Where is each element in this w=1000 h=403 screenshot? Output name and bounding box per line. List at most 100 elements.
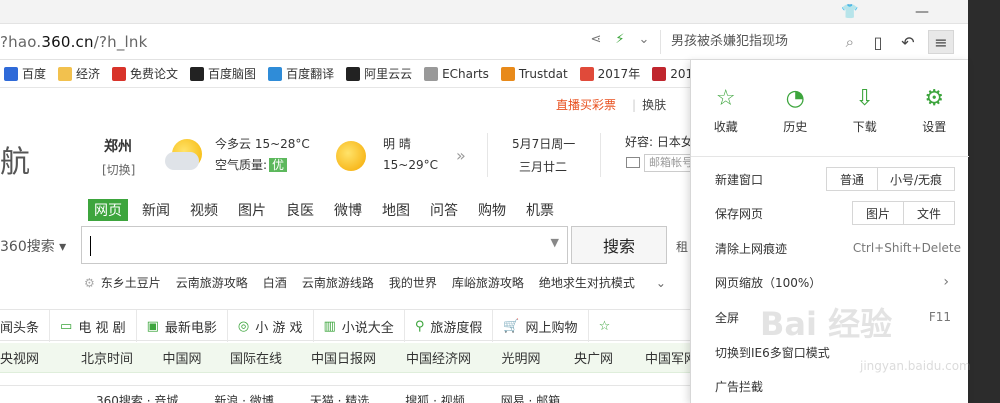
zoom-item[interactable]: 网页缩放（100%） › <box>715 270 955 294</box>
star-icon[interactable]: ☆ <box>589 310 621 342</box>
popular-site-link[interactable]: 新浪 · 微博 <box>214 392 273 403</box>
tab-1[interactable]: 新闻 <box>136 199 176 221</box>
skin-link[interactable]: 换肤 <box>642 98 666 112</box>
hot-word-link[interactable]: 绝地求生对抗模式 <box>539 274 635 291</box>
ie6-mode-item[interactable]: 切换到IE6多窗口模式 <box>715 340 955 364</box>
adblock-item[interactable]: 广告拦截 <box>715 374 955 398</box>
bookmark-item[interactable]: Trustdat <box>500 66 568 81</box>
search-icon[interactable]: ⌕ <box>846 30 854 54</box>
bookmark-item[interactable]: 百度翻译 <box>268 65 334 82</box>
bookmark-item[interactable]: 经济 <box>58 65 100 82</box>
menu-star-button[interactable]: ☆ 收藏 <box>691 84 761 140</box>
city-switch-link[interactable]: [切换] <box>102 161 135 178</box>
category-link[interactable]: ▥ 小说大全 <box>314 310 405 342</box>
search-input[interactable]: ▼ <box>81 226 568 264</box>
gear-icon[interactable]: ⚙ <box>84 276 95 290</box>
popular-site-link[interactable]: 天猫 · 精选 <box>310 392 369 403</box>
tab-4[interactable]: 良医 <box>280 199 320 221</box>
hot-word-link[interactable]: 云南旅游线路 <box>302 274 374 291</box>
tv-icon: ▭ <box>60 318 73 334</box>
save-file-button[interactable]: 文件 <box>903 201 955 225</box>
site-link[interactable]: 北京时间 <box>66 343 148 372</box>
category-link[interactable]: 🛒 网上购物 <box>493 310 589 342</box>
category-label: 最新电影 <box>164 320 217 336</box>
hot-word-link[interactable]: 库峪旅游攻略 <box>452 274 524 291</box>
site-link[interactable]: 国际在线 <box>216 343 296 372</box>
url-field[interactable]: ?hao.360.cn/?h_lnk <box>0 33 148 51</box>
bookmark-item[interactable]: ECharts <box>424 66 489 81</box>
shirt-skin-icon[interactable]: 👕 <box>836 0 864 24</box>
tab-0[interactable]: 网页 <box>88 199 128 221</box>
bookmark-label: 百度翻译 <box>286 67 335 81</box>
hot-word-link[interactable]: 云南旅游攻略 <box>176 274 248 291</box>
new-private-window-button[interactable]: 小号/无痕 <box>877 167 955 191</box>
weather-tomorrow[interactable]: 明 晴 <box>383 135 411 152</box>
tab-3[interactable]: 图片 <box>232 199 272 221</box>
site-link[interactable]: 光明网 <box>486 343 556 372</box>
search-extra-link[interactable]: 租 <box>676 238 688 255</box>
bookmark-label: 百度脑图 <box>208 67 257 81</box>
bookmark-label: 百度 <box>22 67 47 81</box>
menu-icon[interactable]: ≡ <box>928 30 954 54</box>
clear-trace-item[interactable]: 清除上网痕迹 Ctrl+Shift+Delete <box>715 236 961 260</box>
mail-account-input[interactable]: 邮箱帐号 <box>644 154 694 172</box>
bookmark-item[interactable]: 免费论文 <box>112 65 178 82</box>
address-bar: ?hao.360.cn/?h_lnk ⋖ ⚡ ⌄ 男孩被杀嫌犯指现场 ⌕ ▯ ↶… <box>0 24 968 60</box>
address-search-box[interactable]: 男孩被杀嫌犯指现场 ⌕ <box>660 30 860 54</box>
share-icon[interactable]: ⋖ <box>588 32 604 47</box>
weather-today[interactable]: 今多云 15~28°C <box>215 135 310 152</box>
menu-download-button[interactable]: ⇩ 下载 <box>830 84 900 140</box>
city-name: 郑州 <box>104 139 132 155</box>
category-link[interactable]: ▭ 电 视 剧 <box>50 310 137 342</box>
tab-9[interactable]: 机票 <box>520 199 560 221</box>
divider <box>600 133 601 177</box>
tab-7[interactable]: 问答 <box>424 199 464 221</box>
bookmark-item[interactable]: 百度 <box>4 65 46 82</box>
engine-selector[interactable]: 360搜索 ▾ <box>0 236 66 256</box>
category-link[interactable]: ◎ 小 游 戏 <box>228 310 314 342</box>
category-label: 闻头条 <box>0 320 40 336</box>
hot-word-link[interactable]: 我的世界 <box>389 274 437 291</box>
fullscreen-item[interactable]: 全屏 F11 <box>715 305 955 329</box>
bookmark-item[interactable]: 2017年 <box>579 65 640 82</box>
minimize-icon[interactable]: — <box>908 0 936 24</box>
popular-site-link[interactable]: 搜狐 · 视频 <box>405 392 464 403</box>
category-label: 网上购物 <box>525 320 578 336</box>
tab-6[interactable]: 地图 <box>376 199 416 221</box>
chevron-down-icon[interactable]: ⌄ <box>656 276 666 290</box>
site-logo[interactable]: 航 <box>0 137 30 181</box>
site-link[interactable]: 中国经济网 <box>391 343 486 372</box>
site-link[interactable]: 中国日报网 <box>296 343 391 372</box>
double-chevron-icon[interactable]: » <box>456 146 466 165</box>
new-normal-window-button[interactable]: 普通 <box>826 167 878 191</box>
bookmark-item[interactable]: 阿里云云 <box>346 65 412 82</box>
category-link[interactable]: 闻头条 <box>0 310 51 342</box>
undo-icon[interactable]: ↶ <box>898 30 918 54</box>
menu-clock-button[interactable]: ◔ 历史 <box>761 84 831 140</box>
popular-site-link[interactable]: 网易 · 邮箱 <box>501 392 560 403</box>
mobile-icon[interactable]: ▯ <box>868 30 888 54</box>
category-link[interactable]: ⚲ 旅游度假 <box>405 310 494 342</box>
bookmark-label: 阿里云云 <box>364 67 413 81</box>
save-image-button[interactable]: 图片 <box>852 201 904 225</box>
hot-word-link[interactable]: 白酒 <box>263 274 287 291</box>
tab-5[interactable]: 微博 <box>328 199 368 221</box>
site-link[interactable]: 央广网 <box>556 343 631 372</box>
site-link[interactable]: 中国网 <box>148 343 216 372</box>
site-link[interactable]: 央视网 <box>0 343 66 372</box>
chevron-down-icon[interactable]: ⌄ <box>636 32 652 47</box>
caret-down-icon[interactable]: ▼ <box>551 236 559 249</box>
popular-site-link[interactable]: 360搜索 · 音城 <box>96 392 178 403</box>
aliyun-icon <box>346 66 361 81</box>
lightning-icon[interactable]: ⚡ <box>612 32 628 47</box>
search-button[interactable]: 搜索 <box>571 226 667 264</box>
tab-2[interactable]: 视频 <box>184 199 224 221</box>
bookmark-item[interactable]: 百度脑图 <box>190 65 256 82</box>
gem-icon <box>652 66 667 81</box>
lottery-link[interactable]: 直播买彩票 <box>556 98 616 112</box>
tab-8[interactable]: 购物 <box>472 199 512 221</box>
menu-gear-button[interactable]: ⚙ 设置 <box>900 84 970 140</box>
bookmark-label: 免费论文 <box>130 67 179 81</box>
category-link[interactable]: ▣ 最新电影 <box>137 310 228 342</box>
hot-word-link[interactable]: 东乡土豆片 <box>101 274 161 291</box>
